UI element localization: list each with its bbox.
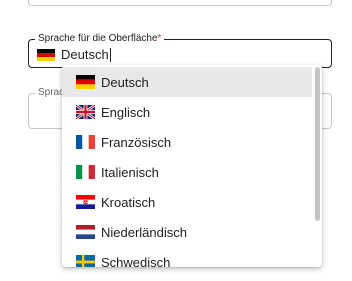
germany-flag-icon xyxy=(37,48,55,61)
language-dropdown-menu[interactable]: Deutsch Englisch Französisch Italienisch xyxy=(62,65,322,267)
netherlands-flag-icon xyxy=(76,225,95,239)
option-label: Niederländisch xyxy=(101,224,187,240)
croatia-flag-icon xyxy=(76,195,95,209)
option-englisch[interactable]: Englisch xyxy=(62,97,312,127)
option-label: Französisch xyxy=(101,134,172,150)
option-italienisch[interactable]: Italienisch xyxy=(62,157,312,187)
required-marker: * xyxy=(157,33,162,44)
selected-value-text: Deutsch xyxy=(61,47,109,62)
uk-flag-icon xyxy=(76,105,95,119)
france-flag-icon xyxy=(76,135,95,149)
interface-language-select[interactable]: Sprache für die Oberfläche* Deutsch xyxy=(28,33,332,68)
interface-language-label: Sprache für die Oberfläche* xyxy=(35,33,165,45)
option-label: Kroatisch xyxy=(101,194,156,210)
scrollbar-thumb[interactable] xyxy=(315,67,320,221)
option-deutsch[interactable]: Deutsch xyxy=(62,67,312,97)
selected-value: Deutsch xyxy=(37,47,111,62)
sweden-flag-icon xyxy=(76,255,95,267)
option-label: Italienisch xyxy=(101,164,159,180)
option-label: Deutsch xyxy=(101,74,149,90)
label-text: Sprache für die Oberfläche xyxy=(38,33,158,44)
option-label: Englisch xyxy=(101,104,151,120)
dropdown-scrollbar[interactable] xyxy=(312,65,322,267)
option-franzoesisch[interactable]: Französisch xyxy=(62,127,312,157)
previous-field[interactable] xyxy=(28,0,332,6)
option-kroatisch[interactable]: Kroatisch xyxy=(62,187,312,217)
germany-flag-icon xyxy=(76,75,95,89)
option-label: Schwedisch xyxy=(101,254,171,268)
option-niederlaendisch[interactable]: Niederländisch xyxy=(62,217,312,247)
text-cursor xyxy=(109,47,111,62)
italy-flag-icon xyxy=(76,165,95,179)
option-schwedisch[interactable]: Schwedisch xyxy=(62,247,312,267)
